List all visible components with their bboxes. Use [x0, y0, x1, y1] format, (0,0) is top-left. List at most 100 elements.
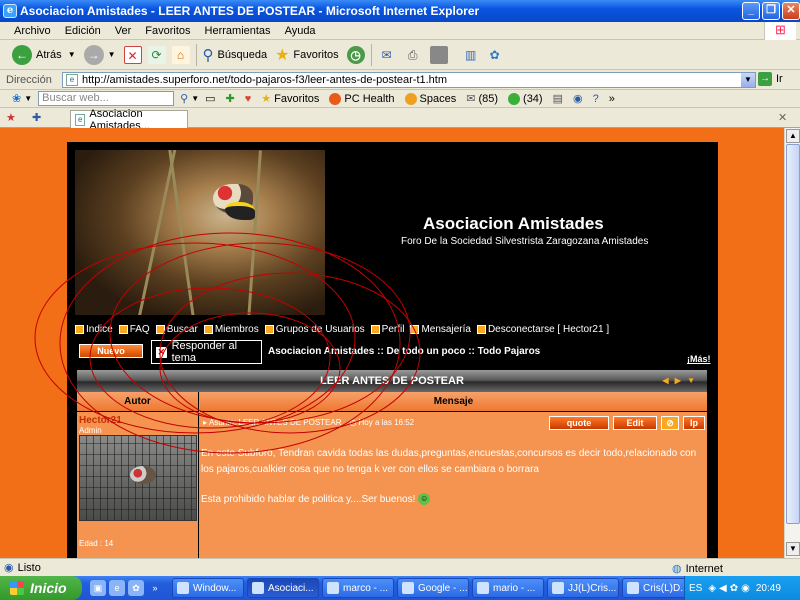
- mail-button[interactable]: ✉ (85): [466, 92, 498, 106]
- address-dropdown-icon[interactable]: ▼: [741, 73, 755, 87]
- back-button[interactable]: ← Atrás ▼: [12, 43, 76, 67]
- menu-archivo[interactable]: Archivo: [14, 25, 51, 37]
- tab-bar: ★ ✚ e Asociacion Amistades... ✕: [0, 108, 800, 132]
- quote-button[interactable]: quote: [549, 416, 609, 430]
- delete-icon[interactable]: ⊘: [661, 416, 679, 430]
- extend-icon[interactable]: »: [609, 93, 615, 105]
- scroll-down-icon[interactable]: ▼: [786, 542, 800, 556]
- address-label: Dirección: [6, 73, 52, 86]
- nav-indice[interactable]: Indice: [75, 324, 113, 335]
- spaces-button[interactable]: Spaces: [404, 92, 456, 105]
- clock[interactable]: 20:49: [756, 583, 781, 594]
- task-mario[interactable]: mario - ...: [472, 578, 544, 598]
- post-author[interactable]: Hector21: [79, 415, 122, 426]
- nav-miembros[interactable]: Miembros: [203, 324, 259, 335]
- menu-edicion[interactable]: Edición: [65, 25, 101, 37]
- logout-icon: [476, 325, 486, 334]
- window-title-bar[interactable]: e Asociacion Amistades - LEER ANTES DE P…: [0, 0, 800, 22]
- web-search-input[interactable]: Buscar web...: [38, 91, 175, 106]
- search-icon[interactable]: ⚲: [180, 92, 188, 105]
- language-indicator[interactable]: ES: [689, 583, 702, 594]
- history-icon[interactable]: ◷: [346, 45, 365, 64]
- expand-icon[interactable]: »: [147, 580, 163, 596]
- nav-perfil[interactable]: Perfil: [370, 324, 404, 335]
- chevron-down-icon[interactable]: ▼: [191, 94, 199, 103]
- scroll-up-icon[interactable]: ▲: [786, 129, 800, 143]
- minimize-icon[interactable]: _: [742, 2, 760, 20]
- go-button[interactable]: → Ir: [758, 72, 783, 86]
- security-tray-icon[interactable]: ◉: [741, 583, 750, 594]
- chevron-down-icon[interactable]: ▼: [24, 94, 32, 103]
- alerts-icon[interactable]: ◉: [573, 92, 583, 105]
- task-cris-d[interactable]: Cris(L)D...: [622, 578, 692, 598]
- volume-icon[interactable]: ◀: [719, 583, 727, 594]
- mail-icon[interactable]: ✉: [378, 46, 396, 64]
- nav-buscar[interactable]: Buscar: [155, 324, 198, 335]
- new-topic-button[interactable]: Nuevo: [79, 344, 143, 358]
- task-window[interactable]: Window...: [172, 578, 244, 598]
- nav-grupos[interactable]: Grupos de Usuarios: [264, 324, 365, 335]
- more-link[interactable]: ¡Más!: [687, 354, 711, 364]
- spaces-icon: [404, 92, 417, 105]
- pchealth-icon: [329, 92, 342, 105]
- nav-faq[interactable]: FAQ: [118, 324, 150, 335]
- help-icon[interactable]: ?: [593, 93, 599, 105]
- onecare-icon[interactable]: ♥: [245, 93, 252, 105]
- start-button[interactable]: Inicio: [0, 576, 82, 600]
- topic-nav-arrows-icon[interactable]: ◀ ▶ ▼: [662, 370, 697, 392]
- chat-icon: [552, 582, 564, 594]
- nav-mensajeria[interactable]: Mensajería: [410, 324, 471, 335]
- print-icon[interactable]: ⎙: [404, 46, 422, 64]
- menu-herramientas[interactable]: Herramientas: [205, 25, 271, 37]
- page-viewport[interactable]: Asociacion Amistades Foro De la Sociedad…: [0, 128, 784, 558]
- ip-button[interactable]: Ip: [683, 416, 705, 430]
- address-field[interactable]: e http://amistades.superforo.net/todo-pa…: [62, 72, 756, 88]
- ie-quick-icon[interactable]: e: [109, 580, 125, 596]
- edit-button[interactable]: Edit: [613, 416, 657, 430]
- home-icon[interactable]: ⌂: [171, 45, 190, 64]
- task-marco[interactable]: marco - ...: [322, 578, 394, 598]
- mail-icon: ✉: [466, 93, 476, 105]
- contacts-button[interactable]: (34): [508, 92, 543, 105]
- task-label: Cris(L)D...: [643, 582, 689, 594]
- messenger-quick-icon[interactable]: ✿: [128, 580, 144, 596]
- messenger-tray-icon[interactable]: ✿: [730, 583, 738, 594]
- favorites-center-icon[interactable]: ★: [6, 111, 16, 124]
- rss-icon[interactable]: ▤: [553, 92, 563, 105]
- highlight-icon[interactable]: ▭: [205, 92, 215, 105]
- post-body: En este Subforo, Tendran cavida todas la…: [201, 446, 701, 508]
- messenger-icon[interactable]: ✿: [486, 46, 504, 64]
- menu-favoritos[interactable]: Favoritos: [145, 25, 190, 37]
- scroll-thumb[interactable]: [786, 144, 800, 524]
- menu-ver[interactable]: Ver: [115, 25, 132, 37]
- network-icon[interactable]: ◈: [708, 583, 716, 594]
- refresh-icon[interactable]: ⟳: [147, 45, 166, 64]
- add-icon[interactable]: ✚: [226, 92, 235, 105]
- nav-desconectarse[interactable]: Desconectarse [ Hector21 ]: [476, 324, 609, 335]
- forward-button[interactable]: → ▼: [83, 43, 116, 67]
- faq-icon: [118, 325, 128, 334]
- task-asociacion[interactable]: Asociaci...: [247, 578, 319, 598]
- stop-icon[interactable]: ✕: [123, 45, 142, 64]
- tab-asociacion[interactable]: e Asociacion Amistades...: [70, 108, 188, 132]
- windows-live-icon[interactable]: ❀: [12, 92, 21, 105]
- reply-button[interactable]: ✕ Responder al tema: [151, 340, 262, 364]
- search-button[interactable]: ⚲ Búsqueda: [203, 43, 268, 67]
- edit-icon[interactable]: [429, 45, 448, 64]
- maximize-icon[interactable]: ❐: [762, 2, 780, 20]
- breadcrumb[interactable]: Asociacion Amistades :: De todo un poco …: [268, 346, 540, 357]
- vertical-scrollbar[interactable]: ▲ ▼: [784, 128, 800, 558]
- close-icon[interactable]: ✕: [782, 2, 800, 20]
- pchealth-button[interactable]: PC Health: [329, 92, 395, 105]
- favorites-button[interactable]: ★ Favoritos: [275, 43, 339, 67]
- standard-toolbar: ← Atrás ▼ → ▼ ✕ ⟳ ⌂ ⚲ Búsqueda ★ Favorit…: [0, 40, 800, 70]
- task-google[interactable]: Google - ...: [397, 578, 469, 598]
- research-icon[interactable]: ▥: [462, 46, 480, 64]
- live-favorites-button[interactable]: ★ Favoritos: [261, 92, 319, 106]
- show-desktop-icon[interactable]: ▣: [90, 580, 106, 596]
- menu-ayuda[interactable]: Ayuda: [285, 25, 316, 37]
- task-jj-cris[interactable]: JJ(L)Cris...: [547, 578, 619, 598]
- add-favorite-icon[interactable]: ✚: [32, 111, 41, 124]
- post-text-1: En este Subforo, Tendran cavida todas la…: [201, 448, 697, 475]
- close-tab-icon[interactable]: ✕: [778, 111, 787, 124]
